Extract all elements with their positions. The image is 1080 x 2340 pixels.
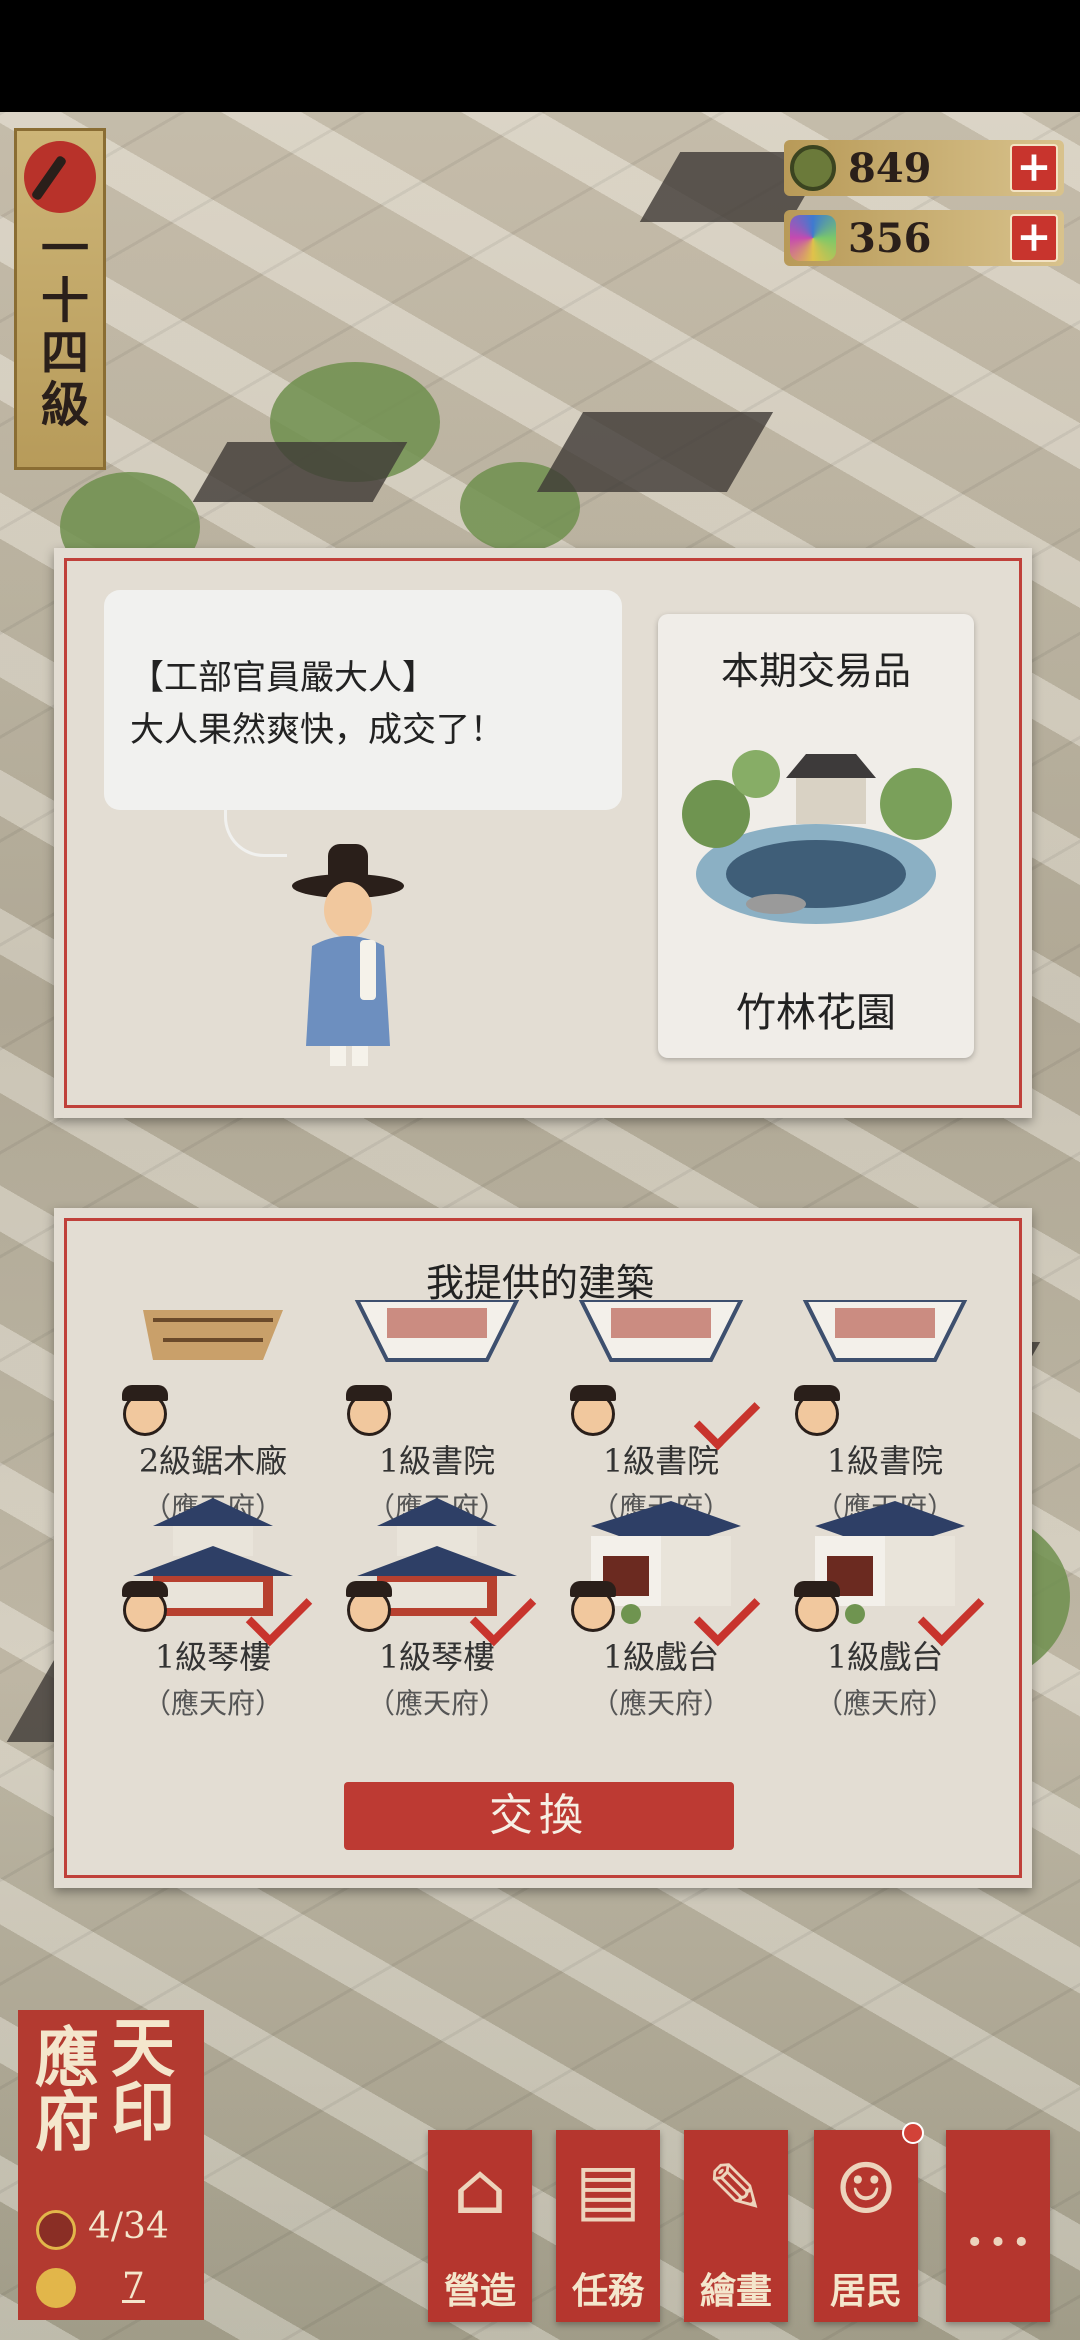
more-icon: … [963,2180,1033,2262]
nav-painting-label: 繪畫 [699,2270,772,2312]
task-icon: ▤ [574,2148,642,2230]
city-seal[interactable]: 應府 天印 4/34 7 [18,2010,204,2320]
status-bar [0,0,1080,112]
resident-face-icon [36,2268,76,2308]
building-image [570,1298,761,1451]
offered-building-4[interactable]: 1級書院（應天府） [780,1298,990,1526]
resident-mood-icon [794,1385,840,1436]
brush-emblem-icon [24,141,96,213]
building-image [794,1298,975,1436]
offered-building-6[interactable]: 1級琴樓 （應天府） [332,1496,542,1722]
nav-task-label: 任務 [571,2270,644,2312]
resident-mood-icon [122,1581,168,1632]
nav-residents-button[interactable]: ☺ 居民 [814,2122,924,2322]
resident-mood-icon [570,1581,616,1632]
building-name: 2級鋸木廠 [138,1442,288,1480]
dialog-message: 大人果然爽快，成交了！ [130,710,504,750]
speaker-name: 【工部官員嚴大人】 [130,658,436,698]
building-city: （應天府） [814,1687,955,1720]
offered-building-5[interactable]: 1級琴樓 （應天府） [108,1496,318,1722]
building-image [570,1496,761,1647]
seal-text-title: 天印 [100,2014,175,2142]
offer-title: 我提供的建築 [425,1261,654,1305]
seal-text-city: 應府 [24,2024,99,2152]
notification-dot [902,2122,924,2144]
building-name: 1級戲台 [602,1638,720,1676]
building-city: （應天府） [366,1687,507,1720]
jade-gem-value: 356 [848,214,932,262]
official-character [292,844,404,1066]
resident-count: 7 [122,2266,145,2307]
resident-mood-icon [794,1581,840,1632]
scroll-icon: ✎ [706,2148,766,2230]
nav-painting-button[interactable]: ✎ 繪畫 [684,2130,788,2322]
copper-coin-value: 849 [848,144,932,192]
resident-mood-icon [122,1385,168,1436]
building-image [122,1496,313,1647]
trade-item-name: 竹林花園 [736,990,896,1036]
building-image [122,1300,303,1436]
building-city: （應天府） [142,1687,283,1720]
resident-icon: ☺ [834,2148,898,2230]
jade-gem-icon [790,215,836,261]
nav-task-button[interactable]: ▤ 任務 [556,2130,660,2322]
building-city: （應天府） [590,1687,731,1720]
resident-mood-icon [346,1385,392,1436]
copper-coin-counter: 849 + [784,140,1064,196]
trade-item-title: 本期交易品 [720,649,911,693]
copper-coin-icon [790,145,836,191]
offered-building-1[interactable]: 2級鋸木廠（應天府） [108,1300,318,1526]
building-image [794,1496,985,1647]
offered-building-2[interactable]: 1級書院（應天府） [332,1298,542,1526]
nav-more-button[interactable]: … [946,2130,1050,2322]
build-icon: ⌂ [453,2148,507,2230]
building-name: 1級書院 [826,1442,944,1480]
nav-build-button[interactable]: ⌂ 營造 [428,2130,532,2322]
offered-building-8[interactable]: 1級戲台 （應天府） [780,1496,990,1722]
level-banner[interactable]: 一十四級 [14,128,106,470]
level-text: 一十四級 [32,223,88,431]
bamboo-garden-image [682,750,952,924]
trade-item-card[interactable]: 本期交易品 竹林花園 [658,614,974,1058]
building-name: 1級琴樓 [378,1638,496,1676]
building-name: 1級書院 [602,1442,720,1480]
offered-building-3[interactable]: 1級書院（應天府） [556,1298,766,1526]
building-image [346,1496,537,1647]
resident-mood-icon [570,1385,616,1436]
add-coin-button[interactable]: + [1010,144,1058,192]
building-image [346,1298,527,1436]
population-count: 4/34 [88,2206,169,2247]
add-gem-button[interactable]: + [1010,214,1058,262]
building-name: 1級琴樓 [154,1638,272,1676]
offered-building-7[interactable]: 1級戲台 （應天府） [556,1496,766,1722]
jade-gem-counter: 356 + [784,210,1064,266]
resident-mood-icon [346,1581,392,1632]
nav-residents-label: 居民 [829,2270,902,2312]
exchange-button[interactable]: 交換 [344,1782,734,1850]
building-name: 1級戲台 [826,1638,944,1676]
building-name: 1級書院 [378,1442,496,1480]
population-icon [36,2210,76,2250]
speech-bubble: 【工部官員嚴大人】 大人果然爽快，成交了！ [104,590,622,810]
nav-build-label: 營造 [443,2270,516,2312]
